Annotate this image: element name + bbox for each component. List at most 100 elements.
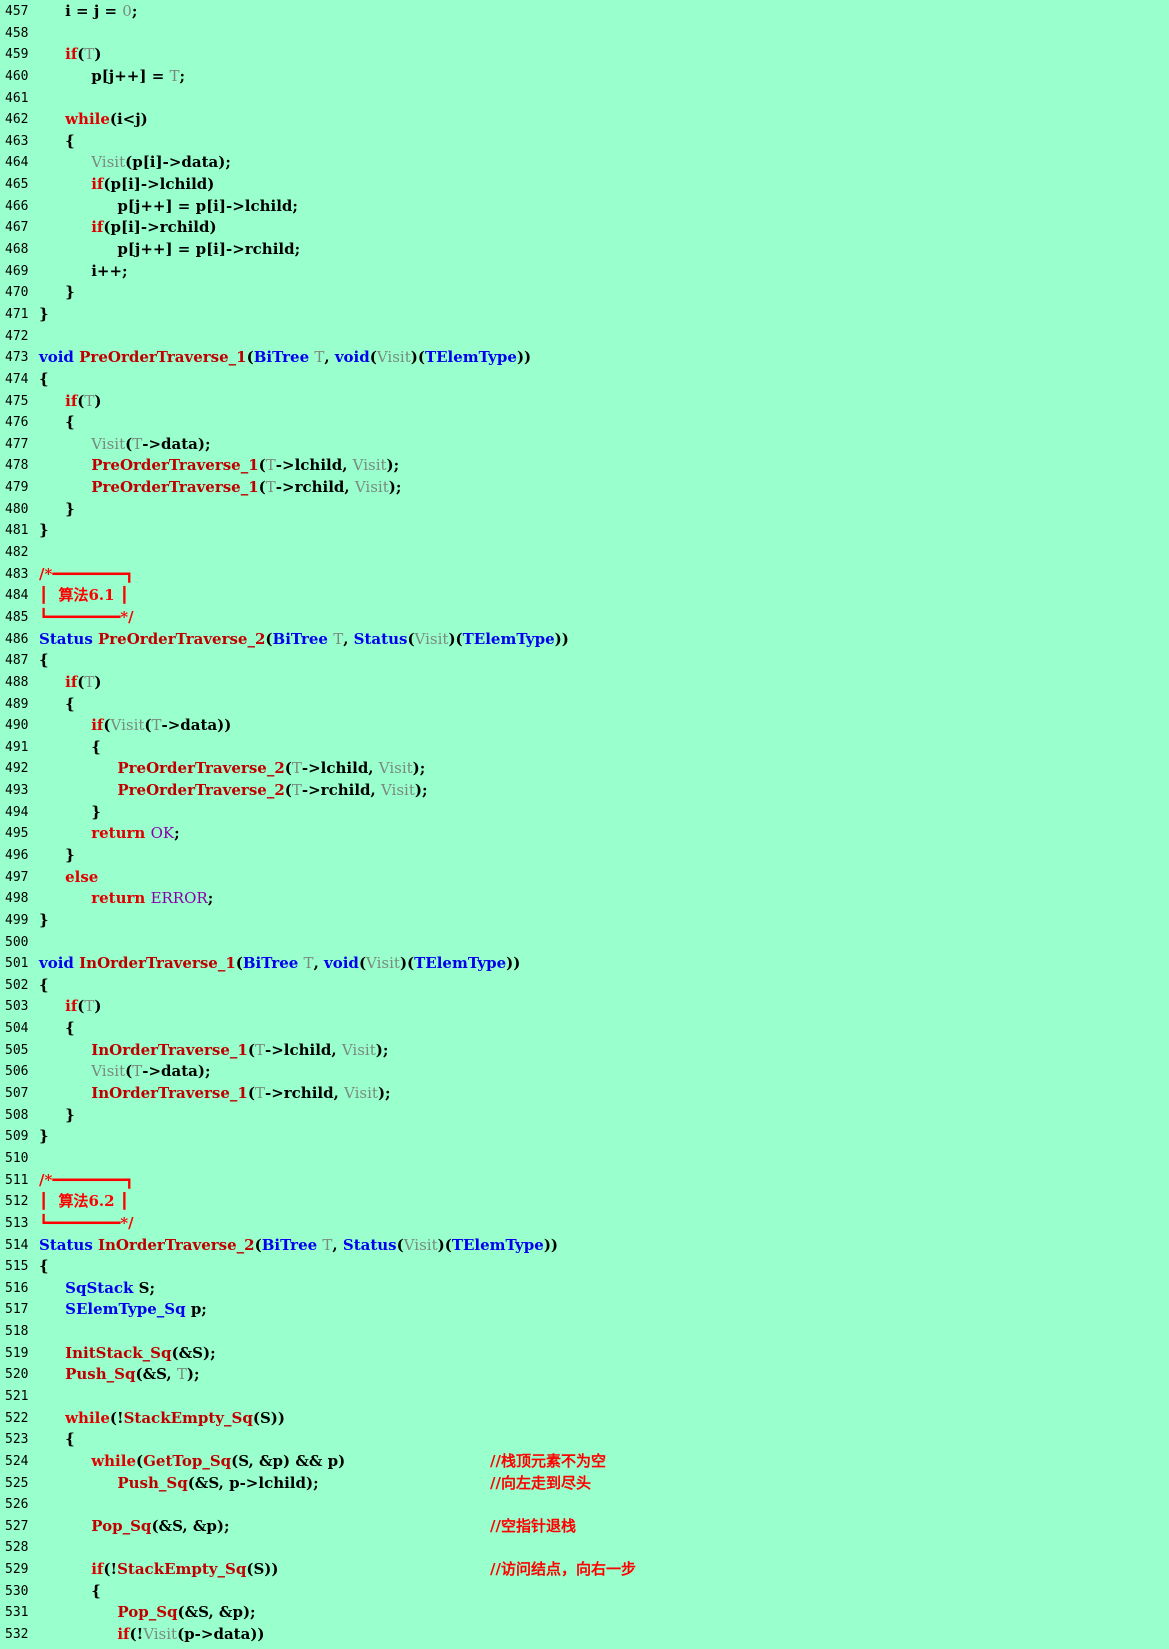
code-line[interactable]: 524 while(GetTop_Sq(S, &p) && p) //栈顶元素不为… bbox=[0, 1451, 1169, 1473]
line-number: 497 bbox=[5, 869, 29, 885]
code-line[interactable]: 493 PreOrderTraverse_2(T->rchild, Visit)… bbox=[0, 780, 1169, 802]
code-text: ┗━━━━━━━━*/ bbox=[39, 607, 134, 626]
code-text: } bbox=[39, 521, 49, 540]
code-line[interactable]: 486 Status PreOrderTraverse_2(BiTree T, S… bbox=[0, 629, 1169, 651]
line-number: 470 bbox=[5, 285, 29, 301]
line-number: 467 bbox=[5, 220, 29, 236]
code-line[interactable]: 500 bbox=[0, 932, 1169, 954]
code-line[interactable]: 517 SElemType_Sq p; bbox=[0, 1299, 1169, 1321]
code-line[interactable]: 495 return OK; bbox=[0, 823, 1169, 845]
code-line[interactable]: 459 if(T) bbox=[0, 44, 1169, 66]
code-line[interactable]: 458 bbox=[0, 23, 1169, 45]
code-line[interactable]: 514 Status InOrderTraverse_2(BiTree T, St… bbox=[0, 1235, 1169, 1257]
code-line[interactable]: 468 p[j++] = p[i]->rchild; bbox=[0, 239, 1169, 261]
code-line[interactable]: 485 ┗━━━━━━━━*/ bbox=[0, 607, 1169, 629]
code-line[interactable]: 531 Pop_Sq(&S, &p); bbox=[0, 1602, 1169, 1624]
line-number: 522 bbox=[5, 1410, 29, 1426]
code-line[interactable]: 469 i++; bbox=[0, 261, 1169, 283]
code-line[interactable]: 521 bbox=[0, 1386, 1169, 1408]
code-line[interactable]: 511 /*━━━━━━━━┓ bbox=[0, 1170, 1169, 1192]
code-line[interactable]: 476 { bbox=[0, 412, 1169, 434]
code-line[interactable]: 525 Push_Sq(&S, p->lchild); //向左走到尽头 bbox=[0, 1473, 1169, 1495]
code-line[interactable]: 519 InitStack_Sq(&S); bbox=[0, 1343, 1169, 1365]
line-number: 525 bbox=[5, 1475, 29, 1491]
code-editor[interactable]: 457 i = j = 0; 458 459 if(T) 460 p[j++] = T… bbox=[0, 0, 1169, 1649]
line-number: 498 bbox=[5, 891, 29, 907]
code-line[interactable]: 506 Visit(T->data); bbox=[0, 1061, 1169, 1083]
code-line[interactable]: 523 { bbox=[0, 1429, 1169, 1451]
line-number: 475 bbox=[5, 393, 29, 409]
code-line[interactable]: 503 if(T) bbox=[0, 996, 1169, 1018]
code-line[interactable]: 530 { bbox=[0, 1581, 1169, 1603]
code-line[interactable]: 516 SqStack S; bbox=[0, 1278, 1169, 1300]
line-number: 474 bbox=[5, 371, 29, 387]
code-line[interactable]: 489 { bbox=[0, 694, 1169, 716]
code-line[interactable]: 479 PreOrderTraverse_1(T->rchild, Visit)… bbox=[0, 477, 1169, 499]
code-line[interactable]: 480 } bbox=[0, 499, 1169, 521]
code-line[interactable]: 518 bbox=[0, 1321, 1169, 1343]
code-line[interactable]: 532 if(!Visit(p->data)) bbox=[0, 1624, 1169, 1646]
code-line[interactable]: 522 while(!StackEmpty_Sq(S)) bbox=[0, 1408, 1169, 1430]
code-line[interactable]: 471} bbox=[0, 304, 1169, 326]
code-line[interactable]: 494 } bbox=[0, 802, 1169, 824]
line-number: 516 bbox=[5, 1280, 29, 1296]
code-line[interactable]: 457 i = j = 0; bbox=[0, 1, 1169, 23]
code-line[interactable]: 466 p[j++] = p[i]->lchild; bbox=[0, 196, 1169, 218]
code-line[interactable]: 505 InOrderTraverse_1(T->lchild, Visit); bbox=[0, 1040, 1169, 1062]
code-line[interactable]: 484 ┃ 算法6.1 ┃ bbox=[0, 585, 1169, 607]
code-line[interactable]: 463 { bbox=[0, 131, 1169, 153]
code-line[interactable]: 527 Pop_Sq(&S, &p); //空指针退栈 bbox=[0, 1516, 1169, 1538]
code-line[interactable]: 496 } bbox=[0, 845, 1169, 867]
code-line[interactable]: 473 void PreOrderTraverse_1(BiTree T, voi… bbox=[0, 347, 1169, 369]
code-line[interactable]: 490 if(Visit(T->data)) bbox=[0, 715, 1169, 737]
code-line[interactable]: 513 ┗━━━━━━━━*/ bbox=[0, 1213, 1169, 1235]
code-text: p[j++] = T; bbox=[39, 66, 186, 85]
code-line[interactable]: 501 void InOrderTraverse_1(BiTree T, void… bbox=[0, 953, 1169, 975]
code-line[interactable]: 520 Push_Sq(&S, T); bbox=[0, 1364, 1169, 1386]
code-line[interactable]: 512 ┃ 算法6.2 ┃ bbox=[0, 1191, 1169, 1213]
code-text: } bbox=[39, 1127, 49, 1146]
code-line[interactable]: 470 } bbox=[0, 282, 1169, 304]
code-line[interactable]: 509} bbox=[0, 1126, 1169, 1148]
code-line[interactable]: 467 if(p[i]->rchild) bbox=[0, 217, 1169, 239]
code-line[interactable]: 529 if(!StackEmpty_Sq(S)) //访问结点，向右一步 bbox=[0, 1559, 1169, 1581]
code-text: SElemType_Sq p; bbox=[65, 1300, 207, 1319]
code-line[interactable]: 528 bbox=[0, 1537, 1169, 1559]
code-line[interactable]: 526 bbox=[0, 1494, 1169, 1516]
code-line[interactable]: 498 return ERROR; bbox=[0, 888, 1169, 910]
code-line[interactable]: 487 { bbox=[0, 650, 1169, 672]
code-line[interactable]: 515 { bbox=[0, 1256, 1169, 1278]
code-text: { bbox=[39, 1581, 101, 1600]
code-line[interactable]: 460 p[j++] = T; bbox=[0, 66, 1169, 88]
code-line[interactable]: 497 else bbox=[0, 867, 1169, 889]
code-line[interactable]: 474 { bbox=[0, 369, 1169, 391]
code-line[interactable]: 502 { bbox=[0, 975, 1169, 997]
code-line[interactable]: 461 bbox=[0, 88, 1169, 110]
code-line[interactable]: 488 if(T) bbox=[0, 672, 1169, 694]
line-number: 517 bbox=[5, 1302, 29, 1318]
code-line[interactable]: 499} bbox=[0, 910, 1169, 932]
code-line[interactable]: 508 } bbox=[0, 1105, 1169, 1127]
code-line[interactable]: 492 PreOrderTraverse_2(T->lchild, Visit)… bbox=[0, 758, 1169, 780]
code-line[interactable]: 481} bbox=[0, 520, 1169, 542]
line-number: 519 bbox=[5, 1345, 29, 1361]
code-line[interactable]: 510 bbox=[0, 1148, 1169, 1170]
line-number: 518 bbox=[5, 1324, 29, 1340]
code-line[interactable]: 478 PreOrderTraverse_1(T->lchild, Visit)… bbox=[0, 455, 1169, 477]
code-line[interactable]: 504 { bbox=[0, 1018, 1169, 1040]
line-number: 510 bbox=[5, 1150, 29, 1166]
code-line[interactable]: 483 /*━━━━━━━━┓ bbox=[0, 564, 1169, 586]
line-number: 477 bbox=[5, 436, 29, 452]
line-number: 495 bbox=[5, 826, 29, 842]
code-line[interactable]: 464 Visit(p[i]->data); bbox=[0, 152, 1169, 174]
code-line[interactable]: 507 InOrderTraverse_1(T->rchild, Visit); bbox=[0, 1083, 1169, 1105]
code-line[interactable]: 465 if(p[i]->lchild) bbox=[0, 174, 1169, 196]
code-text: } bbox=[39, 283, 75, 302]
code-line[interactable]: 475 if(T) bbox=[0, 391, 1169, 413]
code-line[interactable]: 462 while(i<j) bbox=[0, 109, 1169, 131]
code-line[interactable]: 482 bbox=[0, 542, 1169, 564]
code-line[interactable]: 491 { bbox=[0, 737, 1169, 759]
code-line[interactable]: 472 bbox=[0, 326, 1169, 348]
code-line[interactable]: 477 Visit(T->data); bbox=[0, 434, 1169, 456]
line-number: 473 bbox=[5, 350, 29, 366]
